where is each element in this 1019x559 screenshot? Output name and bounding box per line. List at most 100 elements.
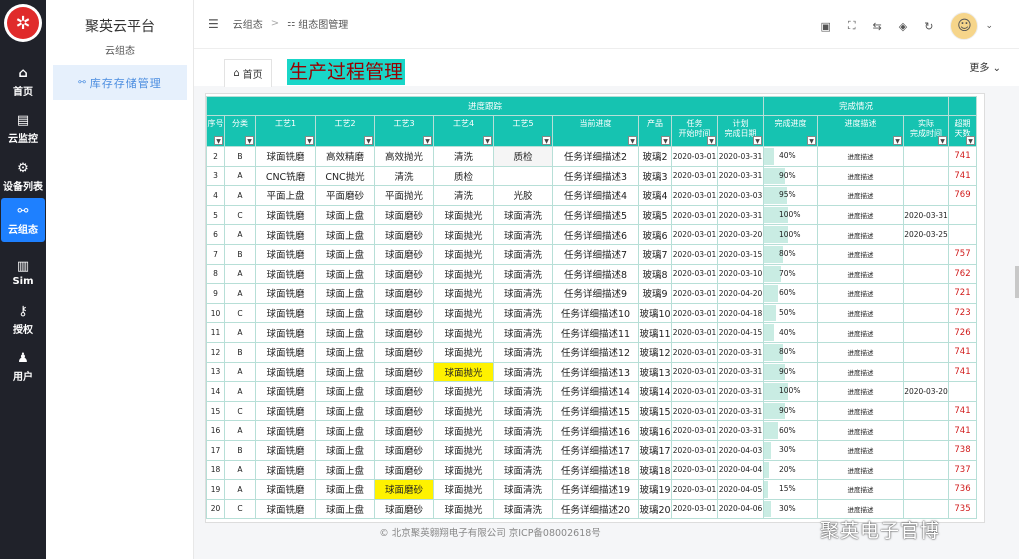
table-cell[interactable]: 2020-03-01: [671, 204, 718, 226]
table-cell[interactable]: 2020-03-01: [671, 439, 718, 461]
table-cell[interactable]: 球面铣磨: [255, 361, 316, 383]
avatar[interactable]: ☺: [950, 12, 979, 40]
table-cell[interactable]: 进度描述: [817, 185, 904, 206]
table-cell[interactable]: 高效抛光: [374, 146, 434, 167]
table-cell[interactable]: 球面上盘: [315, 498, 375, 520]
table-cell[interactable]: A: [224, 322, 256, 343]
table-cell[interactable]: 2020-04-03: [717, 439, 764, 461]
table-cell[interactable]: 2020-03-01: [671, 361, 718, 383]
table-cell[interactable]: 球面铣磨: [255, 204, 316, 226]
table-cell[interactable]: 球面铣磨: [255, 341, 316, 363]
table-cell[interactable]: 任务详细描述13: [552, 361, 639, 383]
table-cell[interactable]: 2020-03-15: [717, 243, 764, 265]
table-cell[interactable]: 任务详细描述7: [552, 243, 639, 265]
table-cell[interactable]: 2020-03-03: [717, 185, 764, 206]
filter-dropdown-icon[interactable]: ▼: [214, 136, 223, 145]
table-cell[interactable]: 进度描述: [817, 439, 904, 461]
table-cell[interactable]: [903, 459, 949, 481]
table-cell[interactable]: 球面磨砂: [374, 479, 434, 500]
table-cell[interactable]: 2020-03-31: [717, 420, 764, 441]
table-cell[interactable]: 球面抛光: [433, 479, 494, 500]
table-cell[interactable]: 球面抛光: [433, 204, 494, 226]
refresh-icon[interactable]: ↻: [924, 20, 933, 33]
table-cell[interactable]: 球面上盘: [315, 381, 375, 402]
table-cell[interactable]: 球面清洗: [493, 204, 553, 226]
table-cell[interactable]: 高效精磨: [315, 146, 375, 167]
table-cell[interactable]: 2020-04-18: [717, 302, 764, 324]
table-cell[interactable]: 进度描述: [817, 263, 904, 285]
table-cell[interactable]: 100%: [763, 224, 818, 245]
table-cell[interactable]: 球面铣磨: [255, 224, 316, 245]
table-cell[interactable]: 2020-03-01: [671, 185, 718, 206]
table-cell[interactable]: 2020-04-04: [717, 459, 764, 481]
table-cell[interactable]: 球面上盘: [315, 322, 375, 343]
table-cell[interactable]: 球面清洗: [493, 322, 553, 343]
table-cell[interactable]: 任务详细描述14: [552, 381, 639, 402]
table-cell[interactable]: 2020-03-31: [717, 381, 764, 402]
table-cell[interactable]: 任务详细描述4: [552, 185, 639, 206]
table-cell[interactable]: 玻璃9: [638, 283, 672, 304]
table-cell[interactable]: B: [224, 146, 256, 167]
table-cell[interactable]: 球面清洗: [493, 302, 553, 324]
table-cell[interactable]: 球面上盘: [315, 400, 375, 422]
table-cell[interactable]: 球面抛光: [433, 263, 494, 285]
table-cell[interactable]: 球面铣磨: [255, 146, 316, 167]
table-cell[interactable]: A: [224, 361, 256, 383]
table-cell[interactable]: 玻璃8: [638, 263, 672, 285]
table-cell[interactable]: 2020-03-31: [717, 361, 764, 383]
table-cell[interactable]: 6: [206, 224, 225, 245]
table-cell[interactable]: [948, 224, 977, 245]
table-cell[interactable]: [903, 400, 949, 422]
table-cell[interactable]: 30%: [763, 439, 818, 461]
table-cell[interactable]: 球面抛光: [433, 243, 494, 265]
table-cell[interactable]: [903, 263, 949, 285]
table-cell[interactable]: 清洗: [374, 165, 434, 187]
table-cell[interactable]: 2020-03-31: [717, 400, 764, 422]
table-cell[interactable]: 球面铣磨: [255, 283, 316, 304]
table-cell[interactable]: 玻璃19: [638, 479, 672, 500]
filter-dropdown-icon[interactable]: ▼: [938, 136, 947, 145]
table-cell[interactable]: 2020-03-31: [717, 204, 764, 226]
table-cell[interactable]: [948, 204, 977, 226]
table-cell[interactable]: 19: [206, 479, 225, 500]
table-cell[interactable]: 2020-03-01: [671, 302, 718, 324]
table-cell[interactable]: 10: [206, 302, 225, 324]
table-cell[interactable]: 100%: [763, 204, 818, 226]
table-cell[interactable]: 14: [206, 381, 225, 402]
table-cell[interactable]: 球面磨砂: [374, 381, 434, 402]
table-cell[interactable]: 50%: [763, 302, 818, 324]
table-cell[interactable]: C: [224, 204, 256, 226]
table-cell[interactable]: 球面铣磨: [255, 302, 316, 324]
spreadsheet[interactable]: 进度跟踪 完成情况 序号 ▼ 分类 ▼ 工艺1 ▼ 工艺2 ▼ 工艺3 ▼ 工艺4 ▼ 工艺5 ▼ 当前进度…: [205, 93, 985, 523]
table-cell[interactable]: 任务详细描述15: [552, 400, 639, 422]
table-cell[interactable]: 玻璃11: [638, 322, 672, 343]
table-cell[interactable]: 2020-03-31: [717, 165, 764, 187]
table-cell[interactable]: 70%: [763, 263, 818, 285]
table-cell[interactable]: [903, 322, 949, 343]
table-cell[interactable]: [903, 283, 949, 304]
table-cell[interactable]: 玻璃16: [638, 420, 672, 441]
table-cell[interactable]: 2020-03-01: [671, 224, 718, 245]
table-cell[interactable]: 741: [948, 400, 977, 422]
table-cell[interactable]: 球面抛光: [433, 381, 494, 402]
table-cell[interactable]: 球面上盘: [315, 341, 375, 363]
table-cell[interactable]: [903, 479, 949, 500]
table-cell[interactable]: 2020-03-31: [717, 341, 764, 363]
table-cell[interactable]: 球面铣磨: [255, 263, 316, 285]
table-cell[interactable]: 玻璃14: [638, 381, 672, 402]
table-cell[interactable]: 球面磨砂: [374, 283, 434, 304]
chevron-down-icon[interactable]: ⌄: [985, 21, 993, 31]
table-cell[interactable]: 质检: [493, 146, 553, 167]
filter-dropdown-icon[interactable]: ▼: [245, 136, 254, 145]
more-menu-button[interactable]: 更多 ⌄: [969, 59, 1001, 74]
table-cell[interactable]: 735: [948, 498, 977, 520]
table-cell[interactable]: 进度描述: [817, 420, 904, 441]
table-cell[interactable]: 球面抛光: [433, 302, 494, 324]
table-cell[interactable]: 741: [948, 420, 977, 441]
table-cell[interactable]: 80%: [763, 243, 818, 265]
table-cell[interactable]: 球面铣磨: [255, 459, 316, 481]
translate-icon[interactable]: ⇆: [873, 20, 882, 33]
table-cell[interactable]: 进度描述: [817, 400, 904, 422]
table-cell[interactable]: 2020-03-20: [903, 381, 949, 402]
table-cell[interactable]: 球面上盘: [315, 439, 375, 461]
